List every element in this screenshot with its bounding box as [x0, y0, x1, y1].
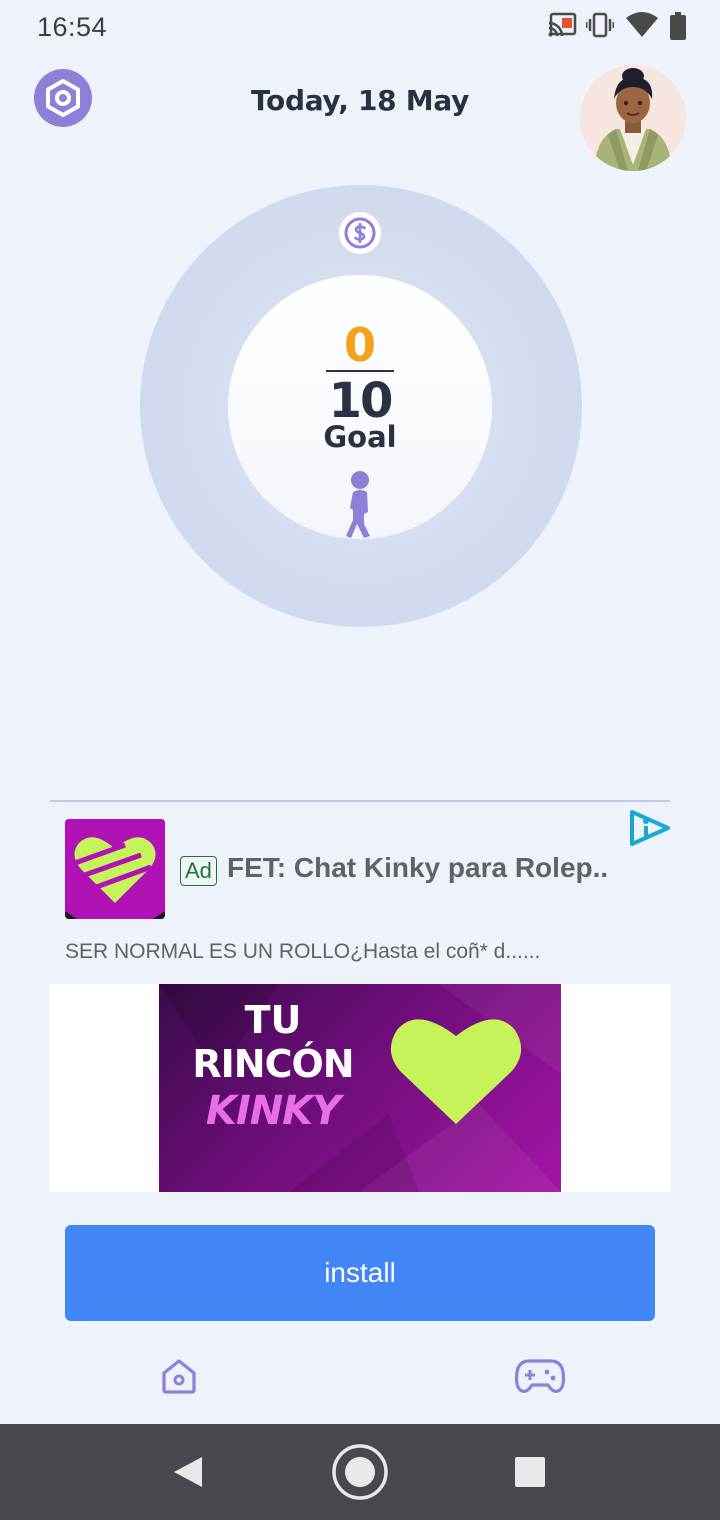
coin-button[interactable]	[339, 212, 381, 254]
home-circle-icon[interactable]	[331, 1443, 389, 1501]
walking-person-icon	[346, 471, 370, 538]
cast-icon	[548, 12, 577, 37]
banner-text-line3: KINKY	[205, 1088, 341, 1134]
back-icon[interactable]	[172, 1455, 204, 1489]
dollar-coin-icon	[344, 217, 376, 249]
banner-text-line1: TU	[244, 998, 302, 1042]
ad-title[interactable]: FET: Chat Kinky para Rolep..	[227, 852, 647, 884]
battery-icon	[670, 12, 686, 40]
home-icon[interactable]	[159, 1356, 199, 1396]
ad-choices-icon[interactable]	[628, 808, 672, 848]
recents-icon[interactable]	[514, 1456, 546, 1488]
ad-divider	[50, 800, 670, 802]
wifi-icon	[626, 12, 658, 37]
status-bar: 16:54	[0, 0, 720, 56]
ad-badge: Ad	[180, 856, 217, 886]
ad-banner-image[interactable]: TU RINCÓN KINKY	[159, 984, 561, 1192]
user-avatar-image	[580, 65, 686, 171]
steps-divider	[326, 370, 394, 372]
heart-logo-icon	[65, 819, 165, 919]
banner-heart-icon	[390, 1019, 522, 1124]
gamepad-icon[interactable]	[515, 1358, 565, 1394]
vibrate-icon	[586, 12, 614, 38]
status-time: 16:54	[37, 12, 108, 42]
ad-description: SER NORMAL ES UN ROLLO¿Hasta el coñ* d..…	[65, 940, 541, 963]
ad-app-icon[interactable]	[65, 819, 165, 919]
avatar[interactable]	[580, 65, 686, 171]
current-steps: 0	[343, 318, 376, 372]
install-button[interactable]: install	[65, 1225, 655, 1321]
goal-label: Goal	[323, 420, 397, 454]
banner-text-line2: RINCÓN	[192, 1042, 354, 1086]
